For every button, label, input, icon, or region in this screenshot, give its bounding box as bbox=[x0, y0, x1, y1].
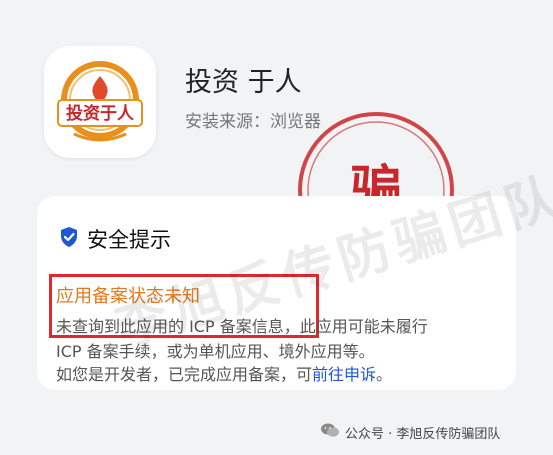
app-logo-text: 投资于人 bbox=[66, 103, 135, 124]
wechat-account-label: 公众号 · 李旭反传防骗团队 bbox=[345, 426, 501, 442]
wechat-icon bbox=[320, 422, 340, 442]
appeal-link[interactable]: 前往申诉 bbox=[312, 365, 376, 384]
wechat-attribution: 公众号 · 李旭反传防骗团队 bbox=[320, 422, 500, 442]
appeal-prefix: 如您是开发者，已完成应用备案，可 bbox=[56, 365, 313, 384]
app-name: 投资 于人 bbox=[185, 67, 302, 98]
shield-check-icon bbox=[59, 226, 79, 252]
security-title: 安全提示 bbox=[87, 228, 171, 252]
appeal-suffix: 。 bbox=[376, 365, 393, 384]
security-header: 安全提示 bbox=[59, 224, 171, 254]
warning-description-line: ICP 备案手续，或为单机应用、境外应用等。 bbox=[56, 342, 375, 361]
app-logo-icon: 投资于人 bbox=[44, 46, 156, 158]
developer-appeal-line: 如您是开发者，已完成应用备案，可前往申诉。 bbox=[56, 361, 392, 385]
